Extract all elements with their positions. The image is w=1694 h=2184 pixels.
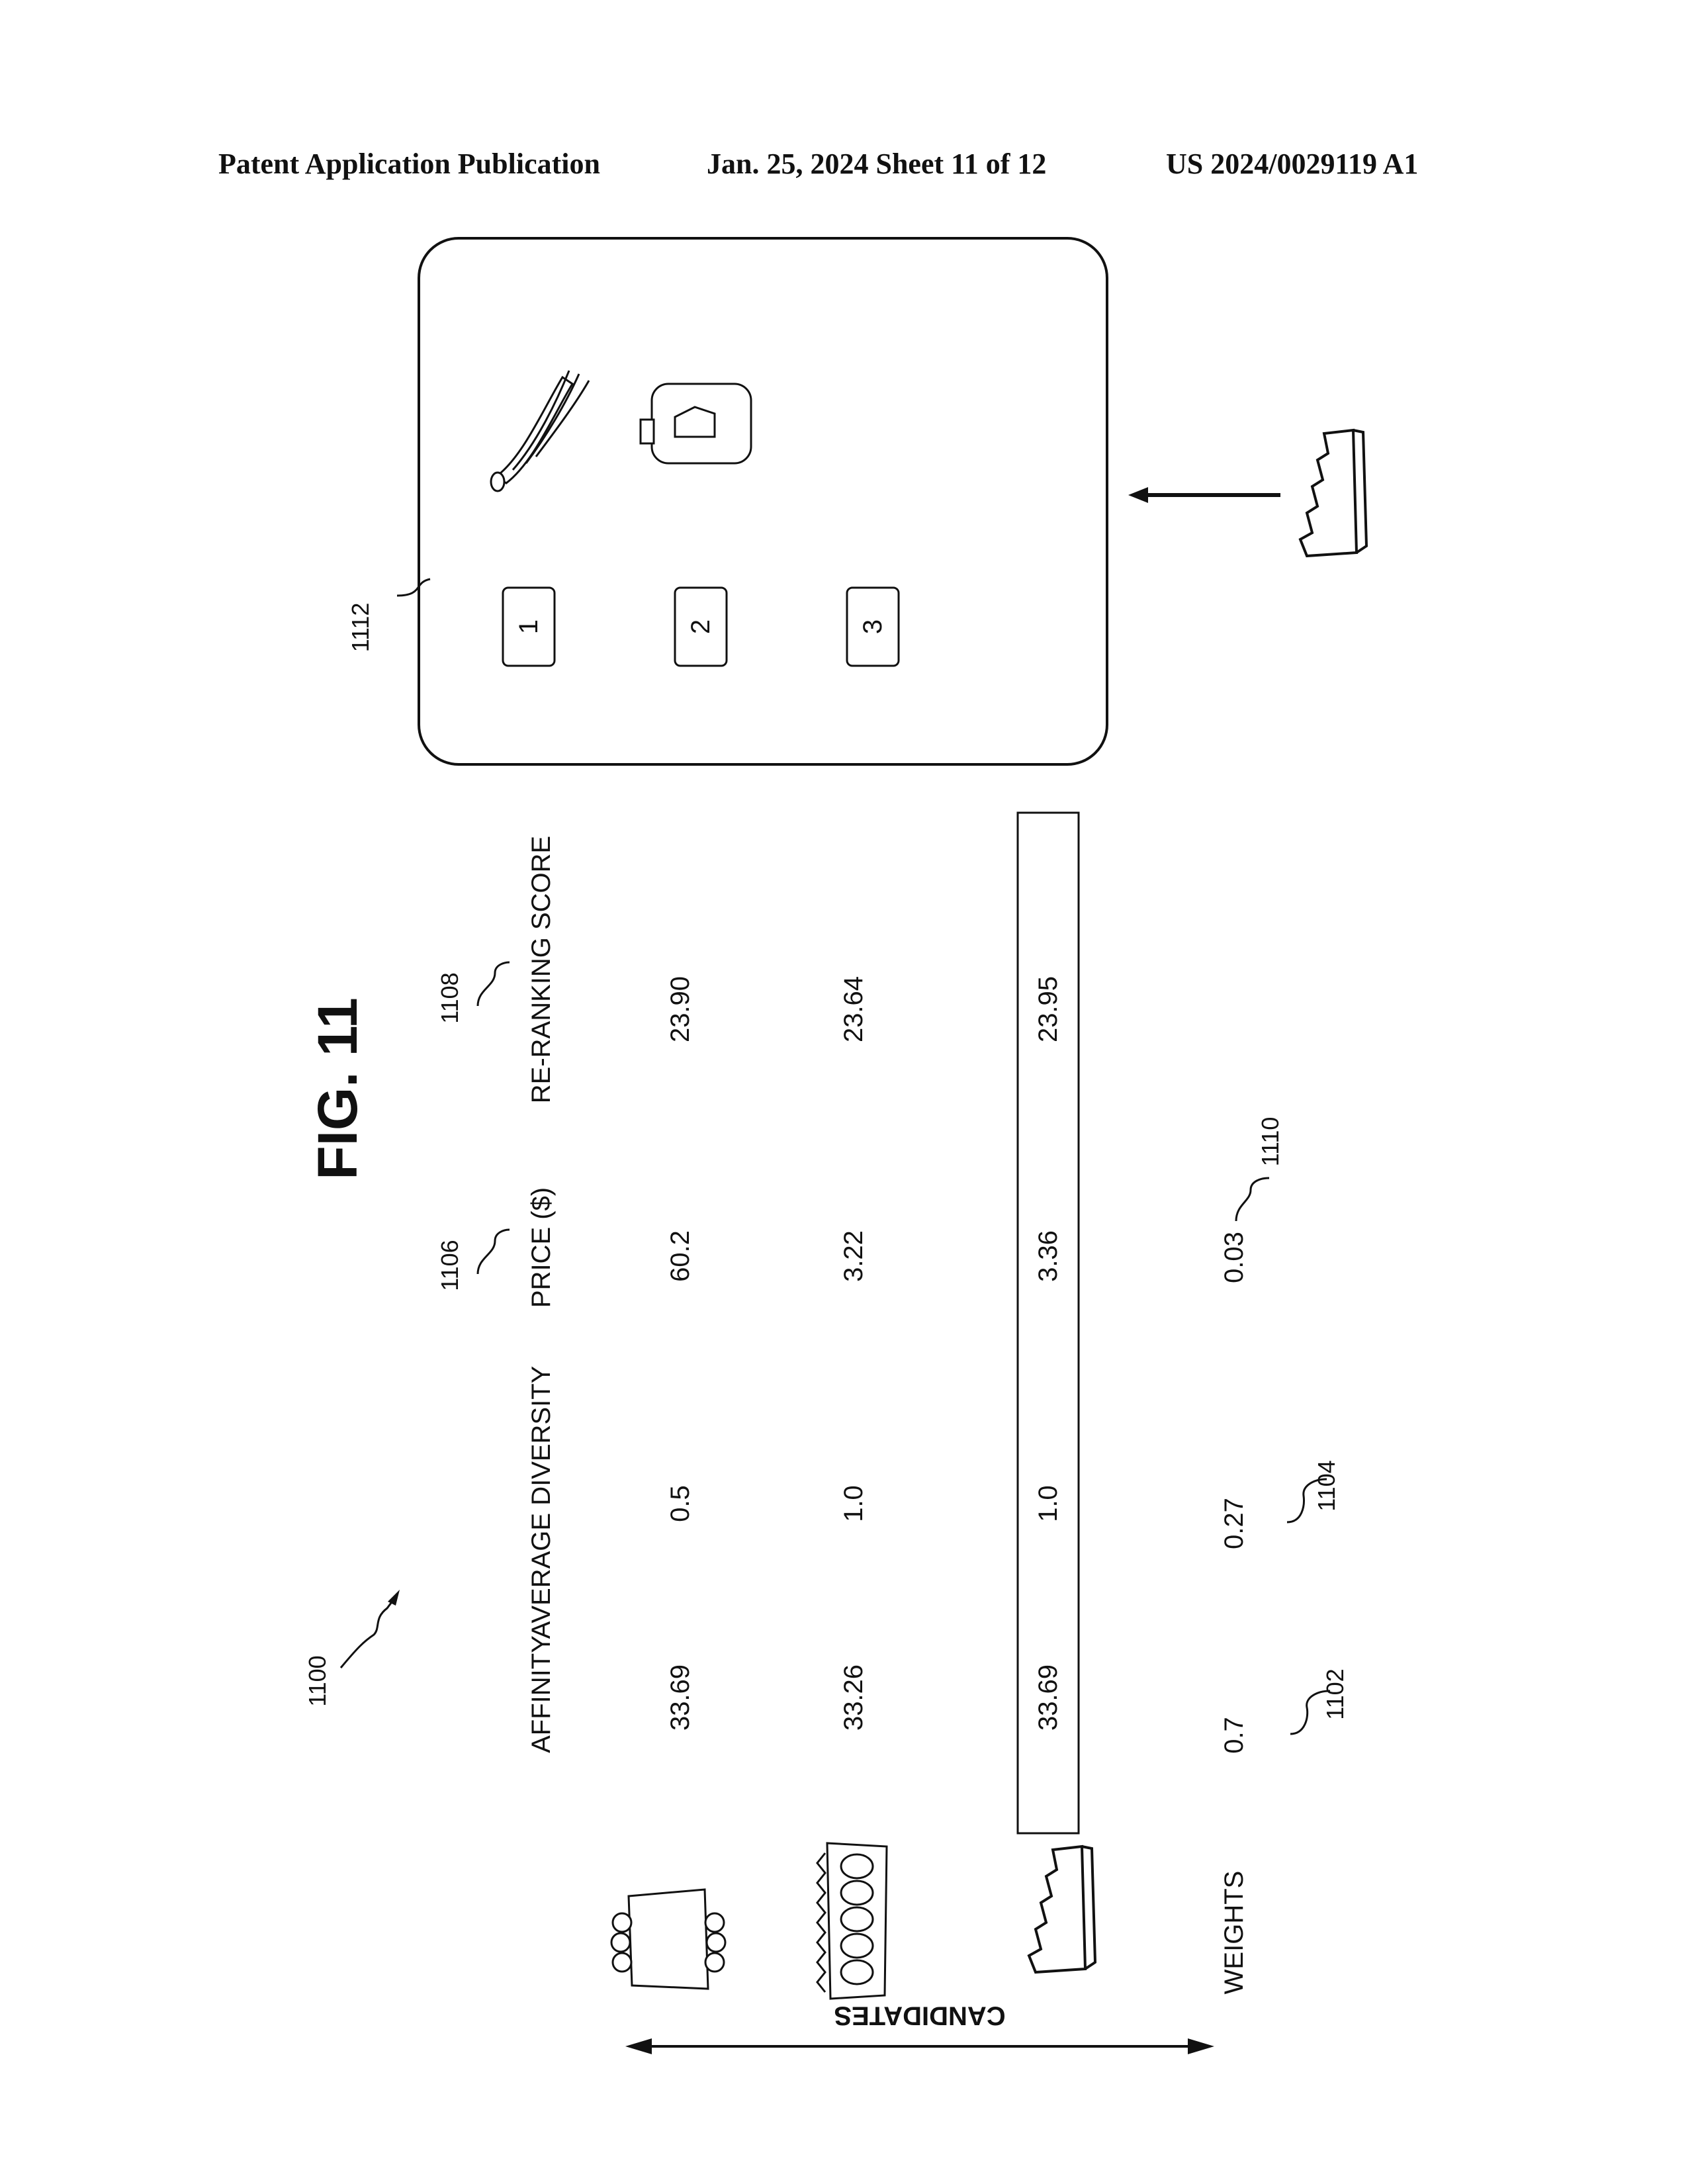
ref-1110: 1110: [1259, 1117, 1282, 1167]
weights-label: WEIGHTS: [1221, 1871, 1247, 1995]
row1-affinity: 33.69: [667, 1664, 693, 1731]
recommendation-panel: [419, 238, 1107, 764]
slot-1-number: 1: [515, 619, 542, 634]
ref-1102: 1102: [1323, 1668, 1347, 1719]
ref-1104: 1104: [1315, 1460, 1339, 1511]
row2-price: 3.22: [840, 1230, 867, 1282]
row1-score: 23.90: [667, 976, 693, 1042]
col-affinity: AFFINITY: [528, 1635, 555, 1753]
figure-title: FIG. 11: [310, 997, 365, 1179]
row3-price: 3.36: [1035, 1230, 1061, 1282]
ref-1112: 1112: [349, 603, 373, 653]
ref-1100: 1100: [306, 1655, 330, 1706]
ref-1100-arrow: [341, 1595, 397, 1668]
row1-price: 60.2: [667, 1230, 693, 1282]
row1-diversity: 0.5: [667, 1485, 693, 1522]
ref-1100-arrowhead: [388, 1590, 400, 1606]
milk-jug-icon: [641, 384, 751, 463]
bananas-icon: [491, 371, 589, 491]
figure-graphics: [0, 0, 1694, 2184]
row2-diversity: 1.0: [840, 1485, 867, 1522]
weight-affinity: 0.7: [1221, 1717, 1247, 1754]
ref-1108: 1108: [438, 972, 462, 1023]
egg-carton-icon: [611, 1889, 725, 1989]
col-reranking-score: RE-RANKING SCORE: [528, 836, 555, 1104]
row3-diversity: 1.0: [1035, 1485, 1061, 1522]
row2-affinity: 33.26: [840, 1664, 867, 1731]
egg-tray-icon: [817, 1843, 887, 1999]
candidates-arrowhead-left: [625, 2038, 652, 2054]
row3-score: 23.95: [1035, 976, 1061, 1042]
weight-price: 0.03: [1221, 1232, 1247, 1283]
row3-affinity: 33.69: [1035, 1664, 1061, 1731]
incoming-bread-loaf-icon: [1300, 430, 1366, 556]
slot-3-number: 3: [860, 619, 886, 634]
candidates-arrowhead-right: [1188, 2038, 1214, 2054]
ref-1106: 1106: [438, 1240, 462, 1291]
row2-score: 23.64: [840, 976, 867, 1042]
ref-1112-leader: [397, 579, 430, 596]
bread-loaf-icon: [1029, 1846, 1095, 1972]
ref-1108-leader: [478, 962, 510, 1006]
insert-arrow-head: [1128, 487, 1148, 503]
ref-1110-leader: [1236, 1178, 1269, 1221]
candidates-label: CANDIDATES: [834, 2001, 1005, 2030]
slot-2-number: 2: [688, 619, 714, 634]
col-price: PRICE ($): [528, 1187, 555, 1308]
col-average-diversity: AVERAGE DIVERSITY: [528, 1366, 555, 1639]
weight-diversity: 0.27: [1221, 1498, 1247, 1549]
ref-1106-leader: [478, 1230, 510, 1274]
